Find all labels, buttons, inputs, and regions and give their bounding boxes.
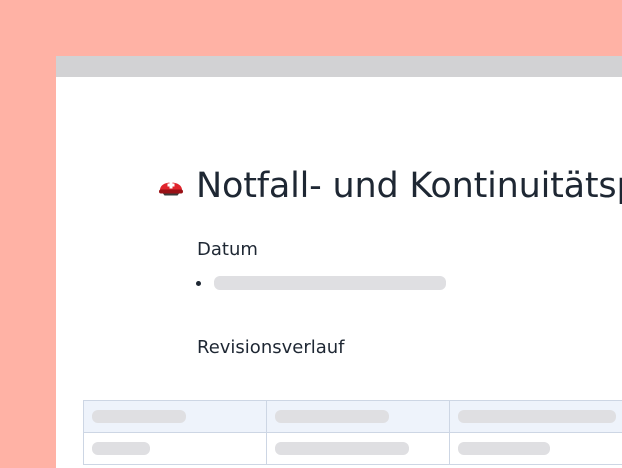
title-row: Notfall- und Kontinuitätsplan (158, 162, 622, 210)
document-page: Notfall- und Kontinuitätsplan Datum Revi… (56, 56, 622, 468)
document-top-bar (56, 56, 622, 77)
table-cell (266, 432, 450, 465)
cell-placeholder (92, 442, 150, 455)
bullet-point (196, 280, 201, 286)
table-cell (449, 432, 622, 465)
revision-table (83, 400, 622, 465)
table-header-row (83, 400, 622, 433)
table-row (83, 432, 622, 465)
table-header-cell (83, 400, 267, 433)
header-placeholder (92, 410, 186, 423)
header-placeholder (275, 410, 389, 423)
table-header-cell (449, 400, 622, 433)
table-cell (83, 432, 267, 465)
date-placeholder (214, 276, 446, 290)
rescue-helmet-icon (159, 181, 183, 196)
date-heading: Datum (197, 239, 258, 260)
header-placeholder (458, 410, 616, 423)
cell-placeholder (275, 442, 409, 455)
page-title: Notfall- und Kontinuitätsplan (196, 166, 622, 206)
table-header-cell (266, 400, 450, 433)
revision-history-heading: Revisionsverlauf (197, 337, 345, 358)
cell-placeholder (458, 442, 550, 455)
date-list-item (196, 276, 446, 290)
